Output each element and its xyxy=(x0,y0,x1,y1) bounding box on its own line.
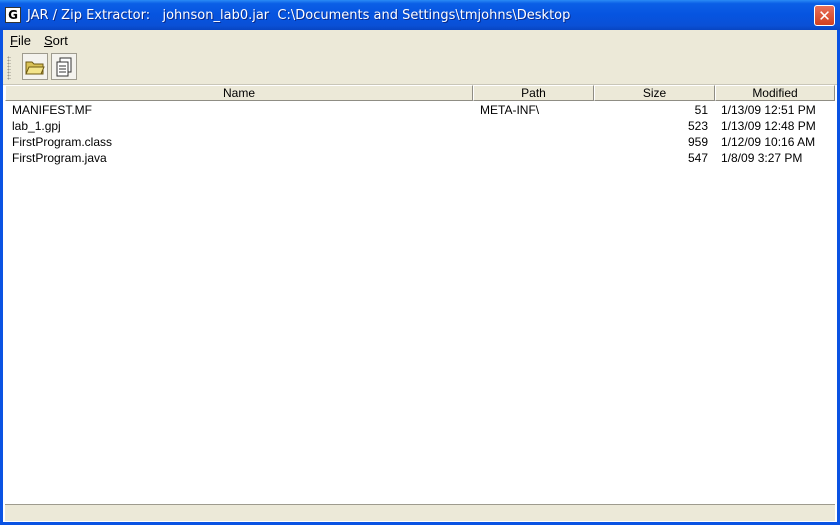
column-header-modified[interactable]: Modified xyxy=(715,85,835,101)
main-window: G JAR / Zip Extractor: johnson_lab0.jar … xyxy=(0,0,840,525)
cell-size: 523 xyxy=(687,119,708,133)
column-header-size[interactable]: Size xyxy=(594,85,715,101)
cell-path: META-INF\ xyxy=(480,103,540,117)
cell-path xyxy=(473,118,594,134)
open-folder-icon xyxy=(25,61,45,74)
close-icon: ✕ xyxy=(818,6,831,25)
table-header: Name Path Size Modified xyxy=(5,85,835,101)
cell-path xyxy=(473,134,594,150)
menu-sort[interactable]: Sort xyxy=(44,33,68,48)
cell-name: FirstProgram.java xyxy=(12,151,107,165)
toolbar xyxy=(3,50,837,85)
status-bar xyxy=(5,504,835,521)
table-body: MANIFEST.MF META-INF\ 51 1/13/09 12:51 P… xyxy=(5,102,835,166)
menu-file[interactable]: File xyxy=(10,33,31,48)
extract-document-icon xyxy=(56,57,72,76)
open-button[interactable] xyxy=(22,53,48,80)
toolbar-grip[interactable] xyxy=(7,56,11,80)
app-icon[interactable]: G xyxy=(5,7,21,23)
cell-modified: 1/12/09 10:16 AM xyxy=(721,135,816,149)
cell-modified: 1/8/09 3:27 PM xyxy=(721,151,803,165)
table-row[interactable]: FirstProgram.class 959 1/12/09 10:16 AM xyxy=(5,134,835,150)
menu-bar: File Sort xyxy=(3,30,837,50)
table-row[interactable]: lab_1.gpj 523 1/13/09 12:48 PM xyxy=(5,118,835,134)
cell-size: 959 xyxy=(687,135,708,149)
cell-size: 547 xyxy=(687,151,708,165)
window-title: JAR / Zip Extractor: johnson_lab0.jar C:… xyxy=(27,7,571,23)
extract-button[interactable] xyxy=(51,53,77,80)
menu-sort-mnemonic: S xyxy=(43,32,53,48)
menu-file-mnemonic: F xyxy=(10,32,18,48)
close-button[interactable]: ✕ xyxy=(814,5,835,26)
column-header-path[interactable]: Path xyxy=(473,85,594,101)
cell-name: FirstProgram.class xyxy=(12,135,113,149)
file-table: Name Path Size Modified MANIFEST.MF META… xyxy=(5,85,835,502)
cell-name: MANIFEST.MF xyxy=(12,103,92,117)
table-row[interactable]: MANIFEST.MF META-INF\ 51 1/13/09 12:51 P… xyxy=(5,102,835,118)
menu-sort-rest: ort xyxy=(52,32,68,48)
title-bar[interactable]: G JAR / Zip Extractor: johnson_lab0.jar … xyxy=(0,0,840,30)
cell-modified: 1/13/09 12:51 PM xyxy=(721,103,816,117)
cell-path xyxy=(473,150,594,166)
cell-size: 51 xyxy=(694,103,708,117)
cell-name: lab_1.gpj xyxy=(12,119,61,133)
column-header-name[interactable]: Name xyxy=(5,85,473,101)
table-row[interactable]: FirstProgram.java 547 1/8/09 3:27 PM xyxy=(5,150,835,166)
menu-file-rest: ile xyxy=(17,32,31,48)
cell-modified: 1/13/09 12:48 PM xyxy=(721,119,816,133)
